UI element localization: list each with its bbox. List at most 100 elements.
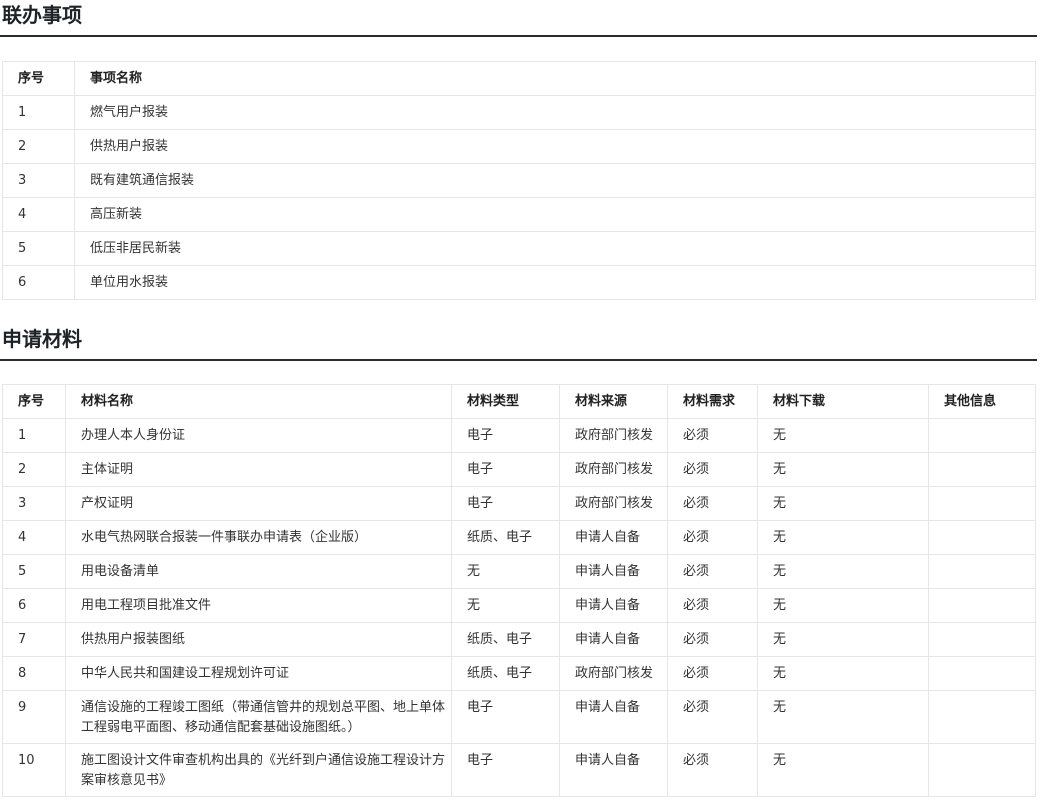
cell-material-type: 纸质、电子 — [451, 622, 560, 657]
cell-material-name: 中华人民共和国建设工程规划许可证 — [65, 656, 452, 691]
cell-other-info — [928, 743, 1036, 797]
cell-index: 9 — [2, 690, 66, 744]
cell-index: 2 — [2, 129, 75, 164]
column-header: 序号 — [2, 384, 66, 419]
cell-material-download: 无 — [757, 656, 929, 691]
cell-material-source: 申请人自备 — [559, 622, 668, 657]
column-header: 材料下载 — [757, 384, 929, 419]
cell-index: 1 — [2, 95, 75, 130]
cell-index: 3 — [2, 486, 66, 521]
table-row: 10 施工图设计文件审查机构出具的《光纤到户通信设施工程设计方案审核意见书》 电子申… — [2, 743, 1036, 797]
cell-index: 10 — [2, 743, 66, 797]
column-header: 事项名称 — [74, 61, 1036, 96]
cell-material-name: 施工图设计文件审查机构出具的《光纤到户通信设施工程设计方案审核意见书》 — [65, 743, 452, 797]
cell-item-name: 燃气用户报装 — [74, 95, 1036, 130]
cell-material-requirement: 必须 — [667, 520, 758, 555]
cell-other-info — [928, 622, 1036, 657]
cell-material-source: 申请人自备 — [559, 554, 668, 589]
cell-material-download: 无 — [757, 622, 929, 657]
column-header: 材料类型 — [451, 384, 560, 419]
cell-index: 8 — [2, 656, 66, 691]
table-row: 1 燃气用户报装 — [2, 95, 1036, 130]
cell-material-name: 主体证明 — [65, 452, 452, 487]
cell-material-download: 无 — [757, 452, 929, 487]
column-header: 材料名称 — [65, 384, 452, 419]
materials-table: 序号 材料名称 材料类型 材料来源 材料需求 材料下载 其他信息 1 办理人本人身… — [2, 384, 1036, 797]
cell-material-source: 申请人自备 — [559, 743, 668, 797]
cell-material-source: 政府部门核发 — [559, 486, 668, 521]
table-row: 9 通信设施的工程竣工图纸（带通信管井的规划总平图、地上单体工程弱电平面图、移动通… — [2, 690, 1036, 744]
cell-index: 6 — [2, 588, 66, 623]
cell-material-source: 政府部门核发 — [559, 452, 668, 487]
cell-material-requirement: 必须 — [667, 622, 758, 657]
table-row: 2 主体证明 电子 政府部门核发 必须无 — [2, 452, 1036, 487]
cell-material-download: 无 — [757, 690, 929, 744]
cell-material-name: 办理人本人身份证 — [65, 418, 452, 453]
cell-index: 1 — [2, 418, 66, 453]
cell-material-source: 申请人自备 — [559, 520, 668, 555]
column-header: 材料需求 — [667, 384, 758, 419]
table-row: 5 低压非居民新装 — [2, 231, 1036, 266]
table-row: 4 高压新装 — [2, 197, 1036, 232]
column-header: 材料来源 — [559, 384, 668, 419]
cell-index: 4 — [2, 520, 66, 555]
cell-index: 5 — [2, 554, 66, 589]
cell-material-download: 无 — [757, 520, 929, 555]
table-row: 8 中华人民共和国建设工程规划许可证 纸质、电子 政府部门核发 必须无 — [2, 656, 1036, 691]
cell-item-name: 供热用户报装 — [74, 129, 1036, 164]
cell-other-info — [928, 486, 1036, 521]
cell-material-download: 无 — [757, 588, 929, 623]
cell-other-info — [928, 690, 1036, 744]
cell-material-name: 水电气热网联合报装一件事联办申请表（企业版） — [65, 520, 452, 555]
linked-items-table: 序号 事项名称 1 燃气用户报装 2 供热用户报装 3 既有建筑通信报装 4 高… — [2, 61, 1036, 300]
cell-index: 6 — [2, 265, 75, 300]
cell-material-requirement: 必须 — [667, 656, 758, 691]
cell-material-source: 申请人自备 — [559, 690, 668, 744]
cell-other-info — [928, 520, 1036, 555]
cell-material-type: 无 — [451, 588, 560, 623]
column-header: 序号 — [2, 61, 75, 96]
cell-item-name: 单位用水报装 — [74, 265, 1036, 300]
cell-material-type: 电子 — [451, 743, 560, 797]
cell-other-info — [928, 656, 1036, 691]
cell-material-type: 纸质、电子 — [451, 520, 560, 555]
cell-material-source: 政府部门核发 — [559, 656, 668, 691]
cell-index: 5 — [2, 231, 75, 266]
cell-material-type: 电子 — [451, 690, 560, 744]
cell-index: 2 — [2, 452, 66, 487]
cell-material-requirement: 必须 — [667, 554, 758, 589]
cell-material-type: 电子 — [451, 452, 560, 487]
cell-material-name: 用电工程项目批准文件 — [65, 588, 452, 623]
cell-material-name: 产权证明 — [65, 486, 452, 521]
table-row: 3 产权证明 电子 政府部门核发 必须无 — [2, 486, 1036, 521]
cell-other-info — [928, 418, 1036, 453]
cell-material-name: 供热用户报装图纸 — [65, 622, 452, 657]
cell-material-type: 电子 — [451, 486, 560, 521]
table-row: 7 供热用户报装图纸 纸质、电子 申请人自备 必须无 — [2, 622, 1036, 657]
cell-material-name: 通信设施的工程竣工图纸（带通信管井的规划总平图、地上单体工程弱电平面图、移动通信… — [65, 690, 452, 744]
cell-material-requirement: 必须 — [667, 588, 758, 623]
cell-material-type: 纸质、电子 — [451, 656, 560, 691]
table-row: 6 用电工程项目批准文件无申请人自备 必须无 — [2, 588, 1036, 623]
table-header-row: 序号 事项名称 — [2, 61, 1036, 96]
table-row: 3 既有建筑通信报装 — [2, 163, 1036, 198]
table-row: 4 水电气热网联合报装一件事联办申请表（企业版） 纸质、电子 申请人自备 必须无 — [2, 520, 1036, 555]
cell-material-requirement: 必须 — [667, 690, 758, 744]
cell-other-info — [928, 588, 1036, 623]
linked-items-section: 联办事项 序号 事项名称 1 燃气用户报装 2 供热用户报装 3 既有建筑通信报… — [0, 0, 1040, 300]
cell-material-source: 申请人自备 — [559, 588, 668, 623]
cell-index: 4 — [2, 197, 75, 232]
cell-material-download: 无 — [757, 743, 929, 797]
materials-title: 申请材料 — [0, 326, 1037, 361]
cell-other-info — [928, 554, 1036, 589]
cell-material-download: 无 — [757, 554, 929, 589]
cell-item-name: 低压非居民新装 — [74, 231, 1036, 266]
table-row: 5 用电设备清单无申请人自备 必须无 — [2, 554, 1036, 589]
cell-material-requirement: 必须 — [667, 452, 758, 487]
cell-material-download: 无 — [757, 486, 929, 521]
linked-items-title: 联办事项 — [0, 0, 1037, 37]
cell-material-requirement: 必须 — [667, 743, 758, 797]
cell-material-source: 政府部门核发 — [559, 418, 668, 453]
cell-material-type: 电子 — [451, 418, 560, 453]
column-header: 其他信息 — [928, 384, 1036, 419]
